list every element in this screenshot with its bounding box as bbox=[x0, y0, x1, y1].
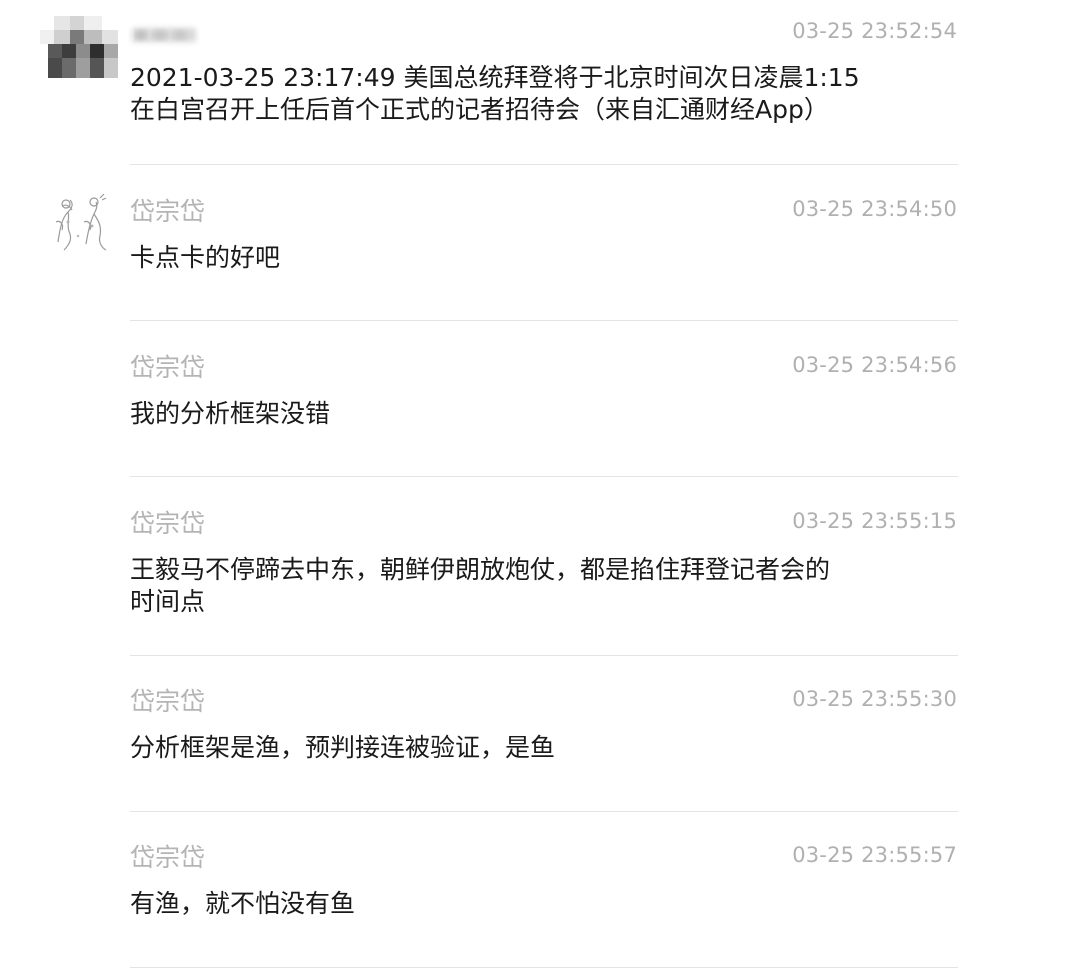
sketch-avatar-icon bbox=[48, 192, 110, 254]
message-timestamp: 03-25 23:55:30 bbox=[792, 687, 957, 711]
sender-name[interactable]: 岱宗岱 bbox=[130, 687, 205, 717]
message-text-line: 王毅马不停蹄去中东，朝鲜伊朗放炮仗，都是掐住拜登记者会的 bbox=[130, 555, 831, 584]
chat-message-list: 03-25 23:52:54 2021-03-25 23:17:49 美国总统拜… bbox=[0, 0, 1080, 973]
message-divider bbox=[130, 967, 958, 968]
message-divider bbox=[130, 476, 958, 477]
sender-name[interactable]: 岱宗岱 bbox=[130, 353, 205, 383]
message-timestamp: 03-25 23:54:50 bbox=[792, 197, 957, 221]
blurred-sender-name bbox=[132, 28, 196, 42]
sender-name[interactable]: 岱宗岱 bbox=[130, 509, 205, 539]
user-avatar[interactable] bbox=[40, 16, 118, 78]
message-text: 有渔，就不怕没有鱼 bbox=[130, 889, 356, 918]
message-timestamp: 03-25 23:55:15 bbox=[792, 509, 957, 533]
sender-name[interactable]: 岱宗岱 bbox=[130, 197, 205, 227]
message-timestamp: 03-25 23:54:56 bbox=[792, 353, 957, 377]
message-divider bbox=[130, 811, 958, 812]
message-text: 我的分析框架没错 bbox=[130, 399, 331, 428]
message-divider bbox=[130, 164, 958, 165]
message-divider bbox=[130, 655, 958, 656]
message-text-line: 在白宫召开上任后首个正式的记者招待会（来自汇通财经App） bbox=[130, 95, 829, 124]
message-divider bbox=[130, 320, 958, 321]
message-text-line: 时间点 bbox=[130, 587, 206, 616]
message-text: 2021-03-25 23:17:49 美国总统拜登将于北京时间次日凌晨1:15… bbox=[130, 62, 910, 126]
message-timestamp: 03-25 23:55:57 bbox=[792, 843, 957, 867]
message-text-line: 2021-03-25 23:17:49 美国总统拜登将于北京时间次日凌晨1:15 bbox=[130, 63, 860, 92]
message-text: 分析框架是渔，预判接连被验证，是鱼 bbox=[130, 733, 556, 762]
message-text: 卡点卡的好吧 bbox=[130, 243, 281, 272]
pixelated-avatar-icon bbox=[40, 16, 118, 78]
user-avatar[interactable] bbox=[48, 192, 110, 254]
sender-name[interactable]: 岱宗岱 bbox=[130, 843, 205, 873]
message-timestamp: 03-25 23:52:54 bbox=[792, 19, 957, 43]
message-text: 王毅马不停蹄去中东，朝鲜伊朗放炮仗，都是掐住拜登记者会的 时间点 bbox=[130, 554, 910, 618]
